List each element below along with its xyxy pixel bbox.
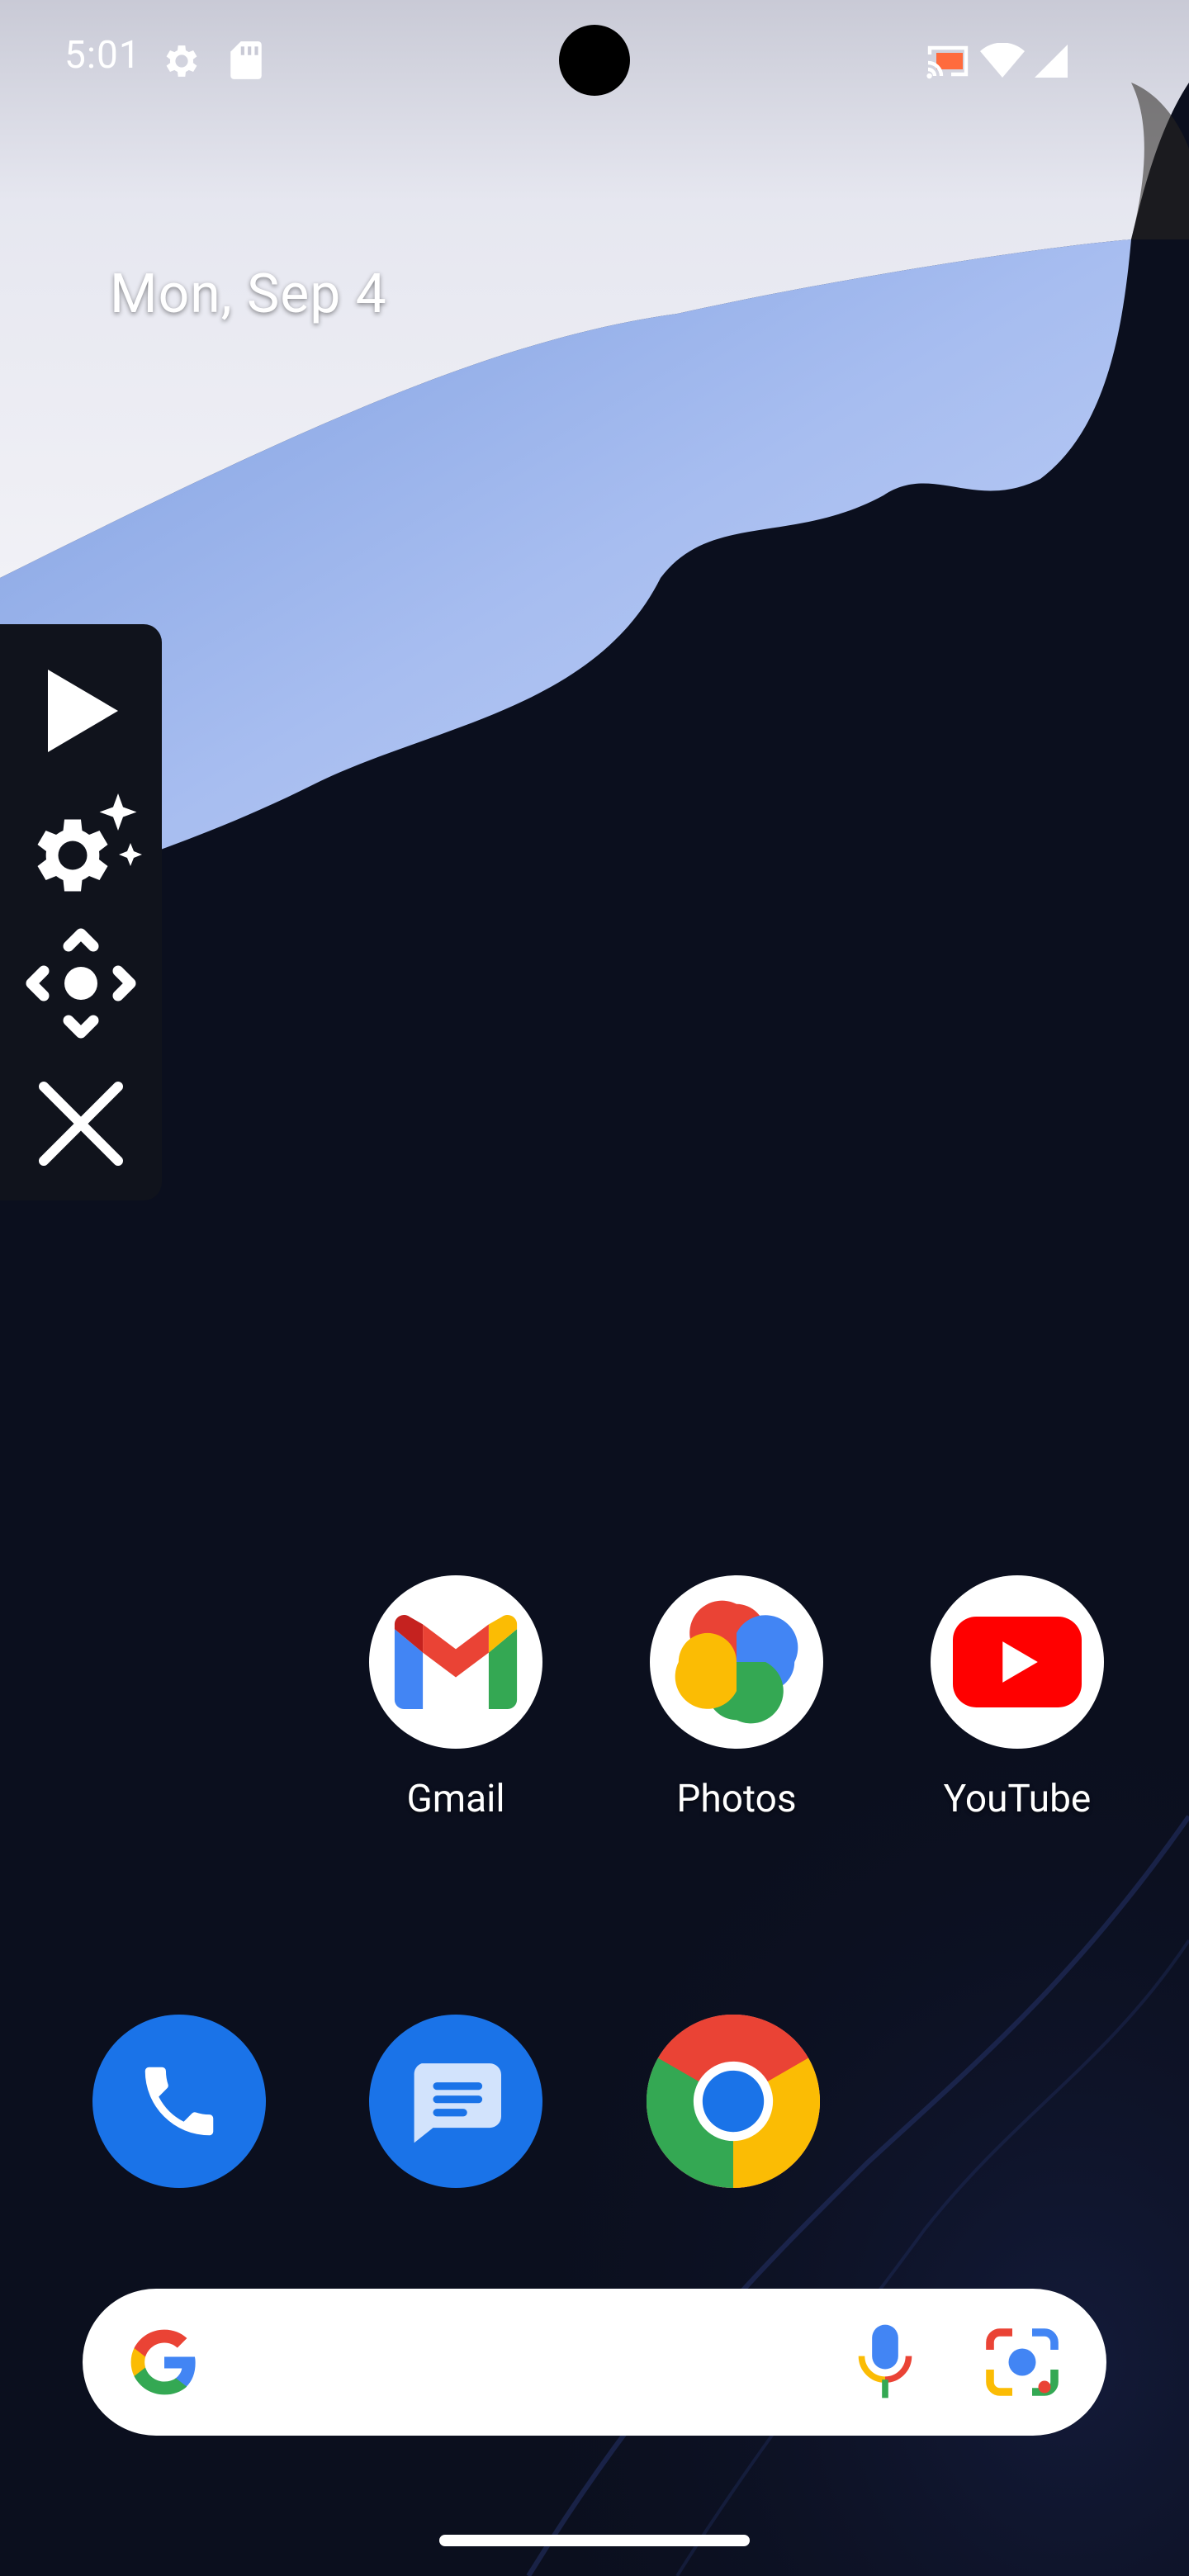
app-gmail[interactable]: Gmail (361, 1575, 551, 1821)
play-button[interactable] (0, 657, 162, 765)
chrome-app[interactable] (647, 2015, 820, 2188)
app-youtube[interactable]: YouTube (922, 1575, 1112, 1821)
settings-sparkle-icon (37, 793, 142, 892)
status-bar: 5:01 (0, 0, 1189, 124)
settings-gear-icon (166, 45, 197, 77)
app-label: Photos (676, 1777, 797, 1821)
app-label: YouTube (943, 1777, 1092, 1821)
move-button[interactable] (0, 921, 162, 1045)
wallpaper (0, 0, 1189, 2576)
cast-icon (926, 45, 969, 79)
phone-app[interactable] (92, 2015, 266, 2188)
app-photos[interactable]: Photos (642, 1575, 831, 1821)
gmail-icon (369, 1575, 542, 1749)
microphone-icon[interactable] (854, 2322, 917, 2401)
home-date[interactable]: Mon, Sep 4 (110, 263, 387, 326)
google-search-bar[interactable] (83, 2289, 1106, 2436)
wifi-icon (980, 43, 1025, 78)
google-g-icon (130, 2329, 196, 2395)
sd-card-icon (230, 41, 262, 79)
youtube-icon (931, 1575, 1104, 1749)
camera-cutout (559, 25, 630, 96)
google-lens-icon[interactable] (983, 2325, 1062, 2399)
photos-icon (650, 1575, 823, 1749)
phone-icon (144, 2067, 214, 2136)
chrome-icon (647, 2015, 820, 2188)
play-icon (48, 670, 118, 752)
settings-sparkle-button[interactable] (0, 789, 162, 913)
move-icon (26, 928, 136, 1039)
close-icon (39, 1082, 123, 1166)
messages-icon (414, 2063, 501, 2143)
close-button[interactable] (0, 1062, 162, 1186)
cell-signal-icon (1035, 45, 1068, 78)
gesture-nav-handle[interactable] (439, 2535, 750, 2546)
status-time: 5:01 (64, 33, 141, 78)
app-label: Gmail (406, 1777, 505, 1821)
floating-toolbar (0, 624, 162, 1200)
messages-app[interactable] (369, 2015, 542, 2188)
